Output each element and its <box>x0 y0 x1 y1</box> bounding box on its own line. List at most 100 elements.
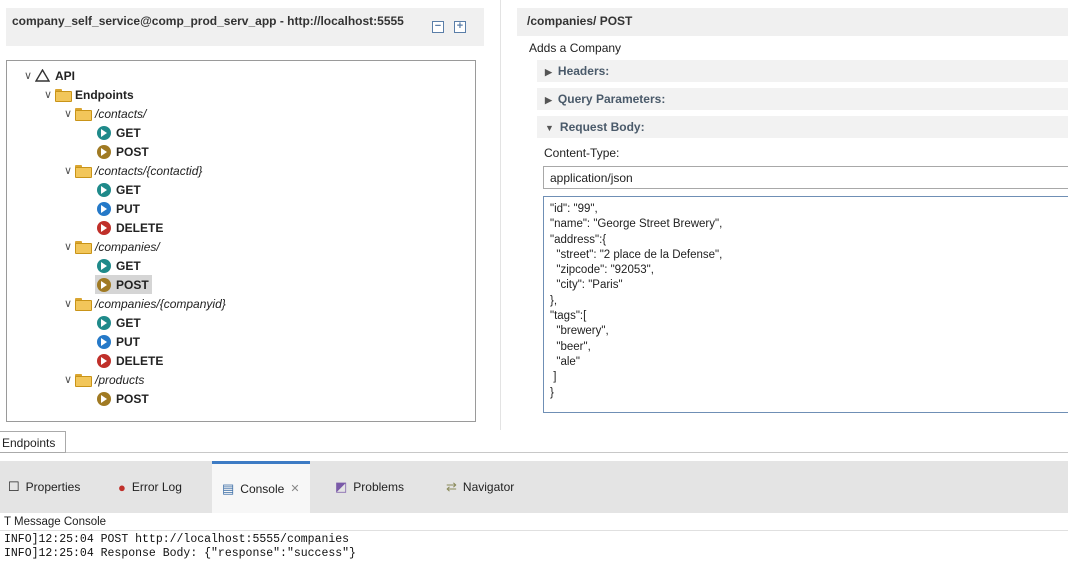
tree-path-label: /contacts/{contactid} <box>95 163 203 178</box>
delete-method-icon <box>97 220 111 235</box>
content-type-label: Content-Type: <box>544 146 620 160</box>
body-line: "ale" <box>550 355 580 368</box>
close-icon[interactable]: ✕ <box>290 482 299 495</box>
method-label: GET <box>116 258 141 273</box>
tab-console-label: Console <box>240 481 285 496</box>
tree-node-contacts[interactable]: ∨ /contacts/ <box>61 104 146 123</box>
tab-error-log[interactable]: ● Error Log <box>118 461 182 513</box>
method-label: POST <box>116 277 149 292</box>
tree-method-contactid-put[interactable]: PUT <box>97 199 140 218</box>
request-title: /companies/ POST <box>527 14 633 28</box>
chevron-down-icon[interactable]: ∨ <box>21 69 35 82</box>
section-request-body[interactable]: ▼ Request Body: <box>537 116 1068 138</box>
tab-navigator[interactable]: ⇄ Navigator <box>446 461 514 513</box>
method-label: PUT <box>116 334 140 349</box>
properties-icon: ☐ <box>8 479 20 494</box>
request-body-editor[interactable]: "id": "99", "name": "George Street Brewe… <box>543 196 1068 413</box>
put-method-icon <box>97 334 111 349</box>
method-label: GET <box>116 315 141 330</box>
navigator-icon: ⇄ <box>446 479 457 494</box>
post-method-icon <box>97 144 111 159</box>
tree-method-contactid-delete[interactable]: DELETE <box>97 218 163 237</box>
chevron-down-icon[interactable]: ∨ <box>61 297 75 310</box>
console-line: INFO]12:25:04 POST http://localhost:5555… <box>4 533 350 546</box>
tree-node-endpoints[interactable]: ∨ Endpoints <box>41 85 134 104</box>
section-query-label: Query Parameters: <box>557 92 666 106</box>
tree-path-label: /companies/ <box>95 239 160 254</box>
tab-problems[interactable]: ◩ Problems <box>335 461 404 513</box>
tree-node-products[interactable]: ∨ /products <box>61 370 144 389</box>
body-line: "street": "2 place de la Defense", <box>550 248 723 261</box>
project-title: company_self_service@comp_prod_serv_app … <box>12 14 404 28</box>
method-label: DELETE <box>116 353 164 368</box>
tree-node-companies[interactable]: ∨ /companies/ <box>61 237 160 256</box>
chevron-down-icon[interactable]: ∨ <box>61 107 75 120</box>
api-icon <box>35 68 51 83</box>
tree-method-companyid-get[interactable]: GET <box>97 313 141 332</box>
tab-strip-divider <box>66 452 1068 453</box>
tab-properties-label: Properties <box>25 480 81 494</box>
expand-all-icon[interactable]: + <box>454 21 466 33</box>
method-label: POST <box>116 391 149 406</box>
triangle-down-icon: ▼ <box>545 123 554 133</box>
body-line: "name": "George Street Brewery", <box>550 218 723 231</box>
body-line: "beer", <box>550 340 591 353</box>
section-body-label: Request Body: <box>559 120 645 134</box>
console-output[interactable]: INFO]12:25:04 POST http://localhost:5555… <box>0 530 1068 561</box>
endpoint-tree: ∨ API ∨ Endpoints ∨ /contacts/ GET POST <box>6 60 476 422</box>
tree-method-companyid-delete[interactable]: DELETE <box>97 351 163 370</box>
folder-icon <box>75 297 92 311</box>
folder-icon <box>55 88 72 102</box>
collapse-all-icon[interactable]: − <box>432 21 444 33</box>
tree-node-api[interactable]: ∨ API <box>21 66 75 85</box>
put-method-icon <box>97 201 111 216</box>
tree-method-companies-post[interactable]: POST <box>95 275 152 294</box>
section-headers[interactable]: ▶ Headers: <box>537 60 1068 82</box>
tab-navigator-label: Navigator <box>462 480 515 494</box>
get-method-icon <box>97 258 111 273</box>
tab-properties[interactable]: ☐ Properties <box>8 461 80 513</box>
body-line: "city": "Paris" <box>550 279 623 292</box>
body-line: "address":{ <box>550 233 607 246</box>
triangle-right-icon: ▶ <box>545 67 552 77</box>
tab-console[interactable]: ▤ Console ✕ <box>212 461 310 513</box>
folder-icon <box>75 373 92 387</box>
tree-node-contactid[interactable]: ∨ /contacts/{contactid} <box>61 161 202 180</box>
folder-icon <box>75 240 92 254</box>
body-line: "tags":[ <box>550 310 587 323</box>
tree-path-label: /products <box>95 372 145 387</box>
tree-method-contacts-post[interactable]: POST <box>97 142 149 161</box>
tree-method-companies-get[interactable]: GET <box>97 256 141 275</box>
section-query-parameters[interactable]: ▶ Query Parameters: <box>537 88 1068 110</box>
tree-method-contacts-get[interactable]: GET <box>97 123 141 142</box>
tree-method-companyid-put[interactable]: PUT <box>97 332 140 351</box>
tree-label-api: API <box>55 68 76 83</box>
tree-node-companyid[interactable]: ∨ /companies/{companyid} <box>61 294 226 313</box>
console-line: INFO]12:25:04 Response Body: {"response"… <box>4 547 356 560</box>
method-label: POST <box>116 144 149 159</box>
chevron-down-icon[interactable]: ∨ <box>61 164 75 177</box>
tree-path-label: /contacts/ <box>95 106 147 121</box>
tree-method-contactid-get[interactable]: GET <box>97 180 141 199</box>
problems-icon: ◩ <box>335 479 348 494</box>
get-method-icon <box>97 125 111 140</box>
body-line: "zipcode": "92053", <box>550 264 654 277</box>
tab-endpoints[interactable]: Endpoints <box>0 431 66 453</box>
body-line: "id": "99", <box>550 203 598 215</box>
post-method-icon <box>97 391 111 406</box>
console-icon: ▤ <box>222 480 235 496</box>
body-line: ] <box>550 371 557 384</box>
folder-icon <box>75 107 92 121</box>
chevron-down-icon[interactable]: ∨ <box>61 373 75 386</box>
method-label: GET <box>116 125 141 140</box>
error-log-icon: ● <box>118 479 126 495</box>
chevron-down-icon[interactable]: ∨ <box>61 240 75 253</box>
tree-method-products-post[interactable]: POST <box>97 389 149 408</box>
content-type-field[interactable] <box>543 166 1068 189</box>
tab-error-log-label: Error Log <box>131 480 182 494</box>
chevron-down-icon[interactable]: ∨ <box>41 88 55 101</box>
get-method-icon <box>97 182 111 197</box>
request-detail-panel: /companies/ POST Adds a Company ▶ Headers… <box>500 0 1068 430</box>
method-label: PUT <box>116 201 140 216</box>
triangle-right-icon: ▶ <box>545 95 552 105</box>
